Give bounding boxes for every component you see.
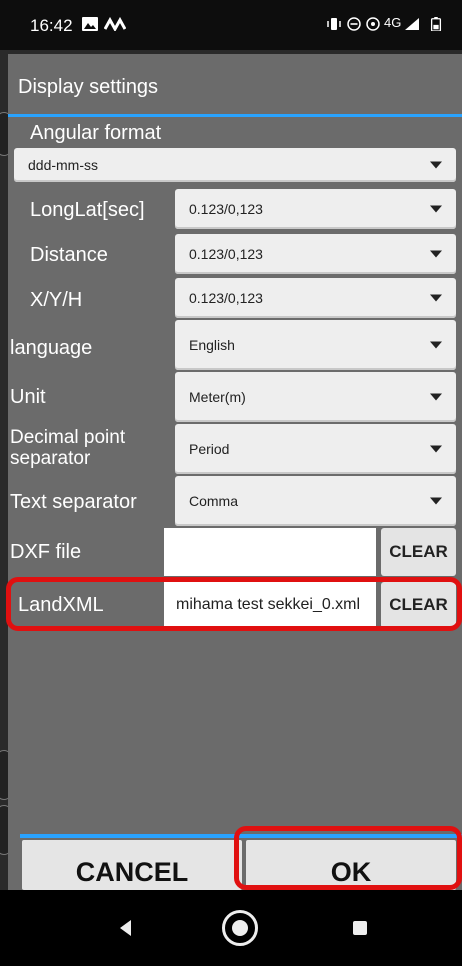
recents-icon[interactable] <box>353 921 367 935</box>
unit-value: Meter(m) <box>189 389 246 405</box>
buttons-divider <box>20 834 462 838</box>
status-time: 16:42 <box>30 16 73 35</box>
language-label: language <box>10 337 93 359</box>
language-value: English <box>189 337 235 353</box>
vibrate-icon <box>327 18 341 30</box>
title-divider <box>8 114 462 117</box>
dialog-title: Display settings <box>18 76 159 98</box>
landxml-value: mihama test sekkei_0.xml <box>176 596 361 613</box>
network-type: 4G <box>384 15 402 30</box>
signal-icon <box>405 18 419 30</box>
status-bar: 16:42 4G <box>0 0 462 50</box>
longlat-label: LongLat[sec] <box>30 199 145 221</box>
text-separator-label: Text separator <box>10 491 137 513</box>
unit-select[interactable]: Meter(m) <box>175 372 456 422</box>
xyh-label: X/Y/H <box>30 289 83 311</box>
battery-icon <box>430 17 442 31</box>
unit-label: Unit <box>10 386 46 408</box>
decimal-separator-label: Decimal point separator <box>10 427 126 469</box>
landxml-field[interactable]: mihama test sekkei_0.xml <box>164 582 376 628</box>
chevron-down-icon <box>430 294 442 302</box>
xyh-value: 0.123/0,123 <box>189 290 263 306</box>
angular-format-label: Angular format <box>30 122 162 144</box>
text-separator-value: Comma <box>189 493 239 509</box>
decimal-separator-value: Period <box>189 441 230 457</box>
chevron-down-icon <box>430 393 442 401</box>
chevron-down-icon <box>430 497 442 505</box>
chevron-down-icon <box>430 205 442 213</box>
cancel-button[interactable]: CANCEL <box>22 840 242 890</box>
signal-wave-icon <box>104 17 126 31</box>
chevron-down-icon <box>430 445 442 453</box>
distance-value: 0.123/0,123 <box>189 246 263 262</box>
dxf-clear-button[interactable]: CLEAR <box>381 528 456 576</box>
chevron-down-icon <box>430 161 442 169</box>
dnd-icon <box>347 17 361 31</box>
dxf-file-field[interactable] <box>164 528 376 576</box>
navigation-bar <box>0 890 462 966</box>
distance-select[interactable]: 0.123/0,123 <box>175 234 456 274</box>
angular-format-select[interactable]: ddd-mm-ss <box>14 148 456 182</box>
longlat-value: 0.123/0,123 <box>189 201 263 217</box>
text-separator-select[interactable]: Comma <box>175 476 456 526</box>
angular-format-value: ddd-mm-ss <box>28 157 99 173</box>
decimal-separator-select[interactable]: Period <box>175 424 456 474</box>
landxml-clear-button[interactable]: CLEAR <box>381 582 456 628</box>
language-select[interactable]: English <box>175 320 456 370</box>
image-icon <box>82 17 98 31</box>
landxml-label: LandXML <box>18 594 104 616</box>
longlat-select[interactable]: 0.123/0,123 <box>175 189 456 229</box>
chevron-down-icon <box>430 250 442 258</box>
back-icon[interactable] <box>120 920 131 936</box>
chevron-down-icon <box>430 341 442 349</box>
ok-button[interactable]: OK <box>246 840 456 890</box>
distance-label: Distance <box>30 244 108 266</box>
hotspot-icon <box>366 17 380 31</box>
xyh-select[interactable]: 0.123/0,123 <box>175 278 456 318</box>
dxf-file-label: DXF file <box>10 541 82 563</box>
home-icon[interactable] <box>222 910 258 946</box>
display-settings-dialog: Display settings Angular format ddd-mm-s… <box>8 54 462 890</box>
